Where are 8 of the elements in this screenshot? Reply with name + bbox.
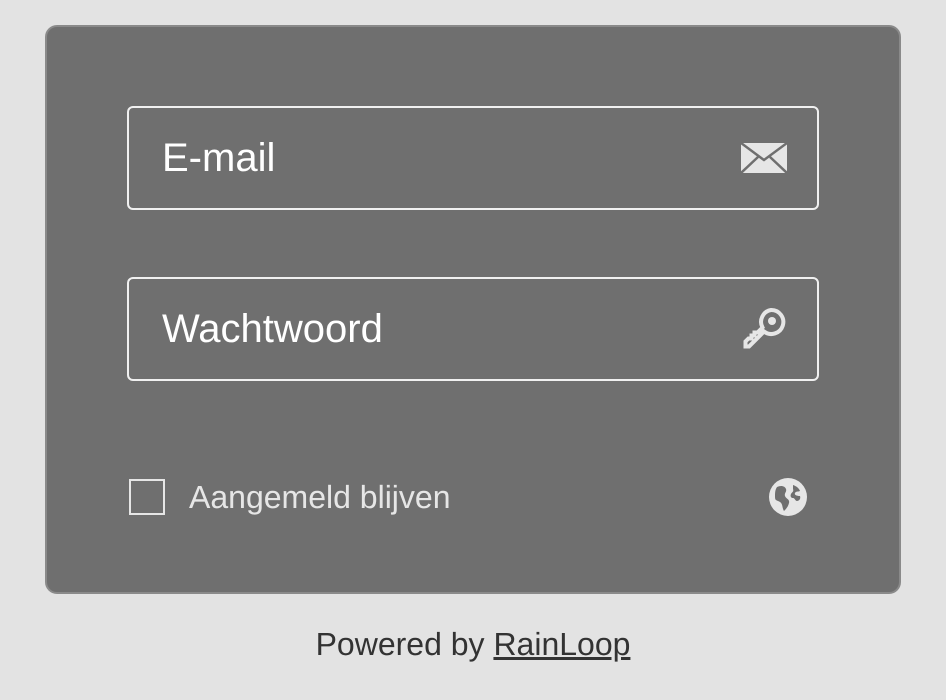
remember-label: Aangemeld blijven: [189, 478, 450, 517]
rainloop-link[interactable]: RainLoop: [493, 626, 630, 662]
remember-checkbox[interactable]: [129, 479, 165, 515]
globe-icon[interactable]: [769, 478, 807, 516]
email-field[interactable]: E-mail: [127, 106, 819, 210]
envelope-icon: [741, 143, 787, 173]
powered-by-text: Powered by RainLoop: [316, 625, 630, 664]
password-field[interactable]: Wachtwoord: [127, 277, 819, 381]
